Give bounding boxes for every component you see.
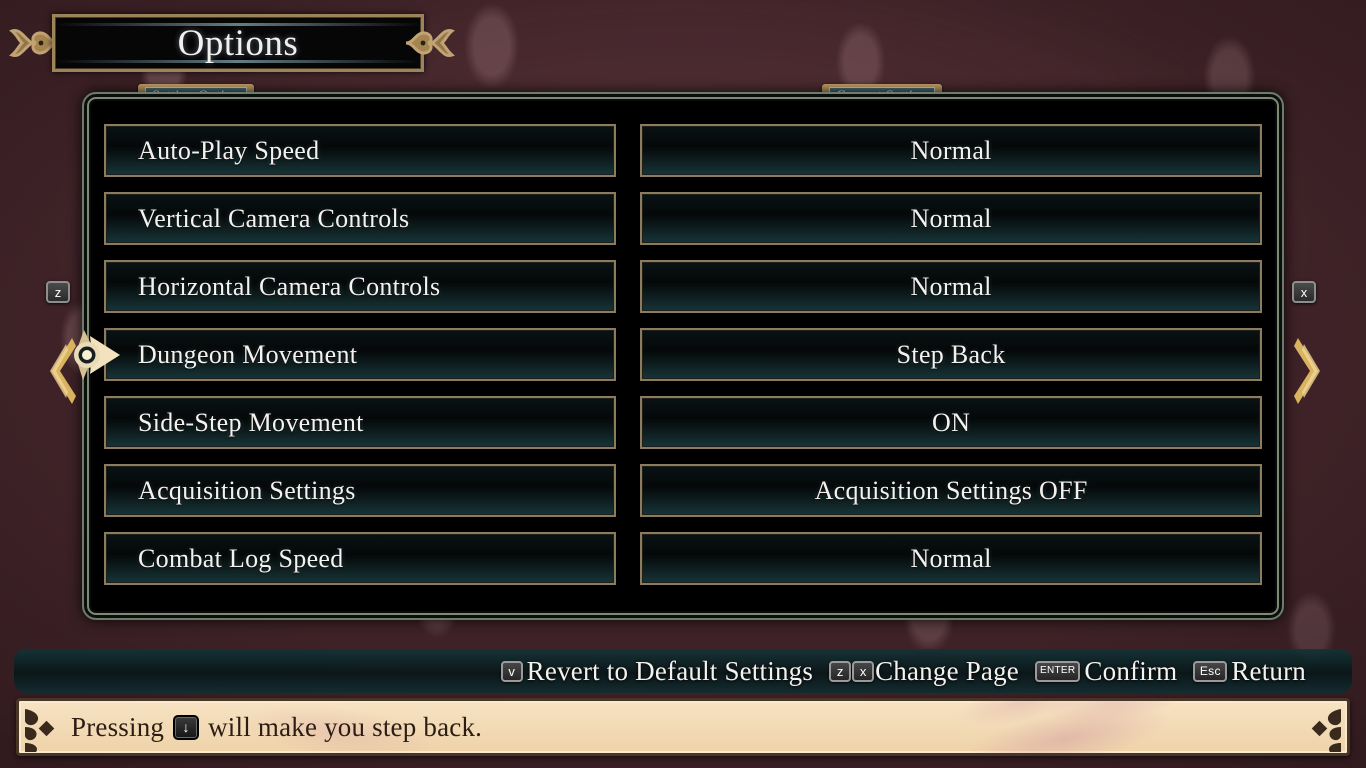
option-label: Side-Step Movement — [138, 407, 364, 437]
message-ornament-left-icon — [25, 709, 55, 752]
option-label: Auto-Play Speed — [138, 135, 320, 165]
option-label: Horizontal Camera Controls — [138, 271, 441, 301]
footer-hint-bar: v Revert to Default Settings z x Change Page… — [14, 649, 1352, 693]
page-prev-key-badge[interactable]: z — [46, 281, 70, 303]
chevron-right-icon[interactable] — [1290, 336, 1324, 406]
option-row[interactable]: Acquisition Settings Acquisition Settings… — [104, 464, 1262, 517]
key-badge[interactable]: v — [500, 660, 523, 682]
key-badge[interactable]: Esc — [1193, 660, 1228, 682]
option-row[interactable]: Combat Log Speed Normal — [104, 532, 1262, 585]
page-title: Options — [177, 22, 299, 64]
option-value-cell[interactable]: Normal — [640, 260, 1262, 313]
option-value-cell[interactable]: ON — [640, 396, 1262, 449]
message-prefix: Pressing — [71, 711, 165, 742]
option-row[interactable]: Auto-Play Speed Normal — [104, 124, 1262, 177]
option-name-cell[interactable]: Acquisition Settings — [104, 464, 617, 517]
footer-hint[interactable]: ENTER Confirm — [1035, 656, 1177, 687]
message-ornament-right-icon — [1311, 709, 1341, 752]
option-value: Acquisition Settings OFF — [814, 475, 1088, 505]
option-value-cell[interactable]: Step Back — [640, 328, 1262, 381]
message-suffix: will make you step back. — [208, 711, 483, 742]
message-bar: Pressing ↓ will make you step back. — [16, 698, 1350, 756]
key-badge[interactable]: ENTER — [1035, 660, 1081, 682]
option-name-cell[interactable]: Dungeon Movement — [104, 328, 617, 381]
options-panel: Auto-Play Speed Normal Vertical Camera Con… — [74, 92, 1284, 620]
option-label: Combat Log Speed — [138, 543, 344, 573]
option-value: Step Back — [896, 339, 1006, 369]
title-plate: Options — [52, 14, 424, 72]
option-label: Dungeon Movement — [138, 339, 358, 369]
chevron-left-icon[interactable] — [46, 336, 80, 406]
down-arrow-key-icon: ↓ — [173, 714, 200, 740]
key-badge[interactable]: z — [829, 660, 852, 682]
option-name-cell[interactable]: Horizontal Camera Controls — [104, 260, 617, 313]
message-bar-text: Pressing ↓ will make you step back. — [71, 701, 1295, 753]
footer-hint-label: Return — [1231, 655, 1306, 686]
option-name-cell[interactable]: Auto-Play Speed — [104, 124, 617, 177]
option-value-cell[interactable]: Normal — [640, 192, 1262, 245]
option-name-cell[interactable]: Combat Log Speed — [104, 532, 617, 585]
title-ornament-right-icon — [405, 28, 456, 58]
footer-hint[interactable]: z x Change Page — [829, 656, 1019, 687]
option-value: Normal — [910, 135, 992, 165]
option-value: Normal — [910, 543, 992, 573]
option-value: ON — [932, 407, 971, 437]
option-row[interactable]: Side-Step Movement ON — [104, 396, 1262, 449]
option-value: Normal — [910, 271, 992, 301]
option-row[interactable]: Vertical Camera Controls Normal — [104, 192, 1262, 245]
option-value-cell[interactable]: Normal — [640, 124, 1262, 177]
footer-hint-label: Revert to Default Settings — [526, 655, 814, 686]
option-name-cell[interactable]: Vertical Camera Controls — [104, 192, 617, 245]
title-bar: Options — [8, 6, 456, 78]
option-row-selected[interactable]: Dungeon Movement Step Back — [74, 328, 1262, 381]
page-next-key-badge[interactable]: x — [1292, 281, 1316, 303]
key-badge[interactable]: x — [852, 660, 875, 682]
footer-hint-label: Change Page — [875, 655, 1019, 686]
option-label: Vertical Camera Controls — [138, 203, 410, 233]
footer-hint[interactable]: v Revert to Default Settings — [500, 655, 814, 687]
options-list: Auto-Play Speed Normal Vertical Camera Con… — [74, 124, 1262, 600]
option-value-cell[interactable]: Acquisition Settings OFF — [640, 464, 1262, 517]
option-label: Acquisition Settings — [138, 475, 356, 505]
footer-hint-label: Confirm — [1084, 655, 1178, 686]
footer-hint[interactable]: Esc Return — [1193, 656, 1306, 687]
option-value-cell[interactable]: Normal — [640, 532, 1262, 585]
option-row[interactable]: Horizontal Camera Controls Normal — [104, 260, 1262, 313]
option-name-cell[interactable]: Side-Step Movement — [104, 396, 617, 449]
option-value: Normal — [910, 203, 992, 233]
